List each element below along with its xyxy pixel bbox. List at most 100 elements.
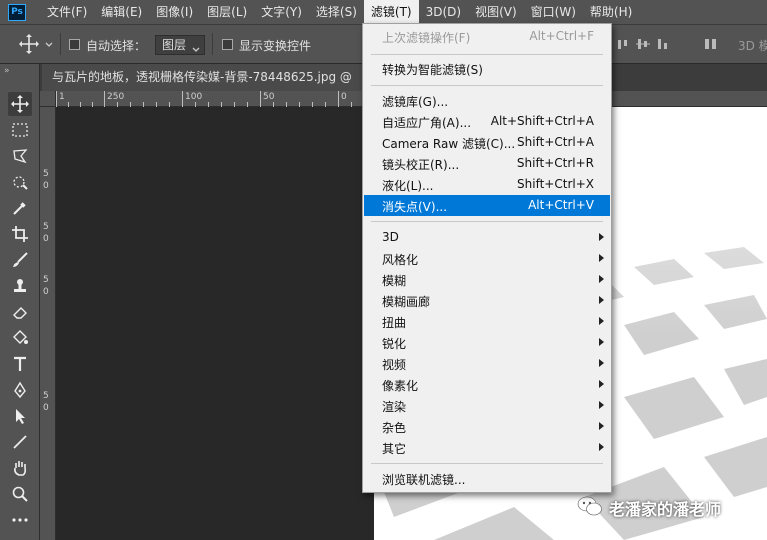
show-transform-label: 显示变换控件 — [239, 39, 312, 53]
submenu-blur-gallery[interactable]: 模糊画廊 — [364, 290, 610, 311]
submenu-blur[interactable]: 模糊 — [364, 269, 610, 290]
show-transform-checkbox[interactable] — [222, 39, 233, 50]
submenu-sharpen[interactable]: 锐化 — [364, 332, 610, 353]
ruler-label: 250 — [107, 92, 125, 102]
menu-item-camera-raw[interactable]: Camera Raw 滤镜(C)... Shift+Ctrl+A — [364, 132, 610, 153]
menu-item-adaptive-wide-angle[interactable]: 自适应广角(A)... Alt+Shift+Ctrl+A — [364, 111, 610, 132]
menu-window[interactable]: 窗口(W) — [524, 0, 583, 24]
submenu-noise[interactable]: 杂色 — [364, 416, 610, 437]
menu-separator — [371, 221, 603, 222]
menu-item-label: Camera Raw 滤镜(C)... — [382, 137, 516, 151]
ruler-label: 0 — [341, 92, 347, 102]
menu-item-vanishing-point[interactable]: 消失点(V)... Alt+Ctrl+V — [364, 195, 610, 216]
align-middle-icon[interactable] — [636, 37, 650, 54]
eraser-tool-icon[interactable] — [8, 300, 32, 324]
menu-help[interactable]: 帮助(H) — [583, 0, 639, 24]
menu-item-label: 扭曲 — [382, 316, 407, 330]
submenu-video[interactable]: 视频 — [364, 353, 610, 374]
more-tools-icon[interactable] — [8, 508, 32, 532]
submenu-arrow-icon — [599, 233, 604, 241]
brush-tool-icon[interactable] — [8, 248, 32, 272]
menu-image[interactable]: 图像(I) — [149, 0, 200, 24]
submenu-3d[interactable]: 3D — [364, 227, 610, 248]
paint-bucket-tool-icon[interactable] — [8, 326, 32, 350]
submenu-arrow-icon — [599, 422, 604, 430]
ruler-label: 5 — [43, 169, 49, 179]
align-top-icon[interactable] — [616, 37, 630, 54]
chevron-down-icon — [192, 41, 200, 59]
menu-3d[interactable]: 3D(D) — [419, 0, 468, 24]
move-tool-icon[interactable] — [18, 33, 40, 55]
distribute-icon[interactable] — [704, 37, 718, 54]
panel-collapse-icon[interactable]: » — [4, 66, 10, 76]
submenu-distort[interactable]: 扭曲 — [364, 311, 610, 332]
lasso-tool-icon[interactable] — [8, 144, 32, 168]
path-select-tool-icon[interactable] — [8, 404, 32, 428]
auto-select-target-dropdown[interactable]: 图层 — [155, 35, 205, 55]
menu-file[interactable]: 文件(F) — [40, 0, 94, 24]
menu-item-label: 滤镜库(G)... — [382, 95, 449, 109]
pen-tool-icon[interactable] — [8, 378, 32, 402]
auto-select-label: 自动选择： — [86, 39, 147, 53]
menu-edit[interactable]: 编辑(E) — [94, 0, 149, 24]
menu-item-liquify[interactable]: 液化(L)... Shift+Ctrl+X — [364, 174, 610, 195]
type-tool-icon[interactable] — [8, 352, 32, 376]
menu-filter[interactable]: 滤镜(T) — [363, 0, 419, 24]
menu-type[interactable]: 文字(Y) — [254, 0, 309, 24]
dropdown-value: 图层 — [162, 38, 187, 52]
menu-item-label: 锐化 — [382, 337, 407, 351]
submenu-arrow-icon — [599, 296, 604, 304]
submenu-arrow-icon — [599, 380, 604, 388]
submenu-other[interactable]: 其它 — [364, 437, 610, 458]
auto-select-checkbox[interactable] — [69, 39, 80, 50]
chevron-down-icon[interactable] — [45, 38, 53, 47]
watermark-text: 老潘家的潘老师 — [609, 500, 722, 519]
ruler-label: 100 — [185, 92, 203, 102]
vertical-ruler[interactable]: 5 0 5 0 5 0 5 0 — [40, 107, 56, 540]
menu-item-lens-correction[interactable]: 镜头校正(R)... Shift+Ctrl+R — [364, 153, 610, 174]
ruler-label: 5 — [43, 391, 49, 401]
ruler-label: 1 — [59, 92, 65, 102]
document-tab[interactable]: 与瓦片的地板，透视栅格传染媒-背景-78448625.jpg @ — [42, 64, 362, 91]
menu-item-label: 视频 — [382, 358, 407, 372]
menu-item-label: 3D — [382, 230, 399, 244]
crop-tool-icon[interactable] — [8, 222, 32, 246]
move-tool-icon[interactable] — [8, 92, 32, 116]
menu-item-label: 浏览联机滤镜... — [382, 473, 466, 487]
menu-item-shortcut: Shift+Ctrl+X — [517, 177, 594, 191]
ruler-label: 5 — [43, 222, 49, 232]
align-bottom-icon[interactable] — [656, 37, 670, 54]
menu-item-label: 模糊 — [382, 274, 407, 288]
hand-tool-icon[interactable] — [8, 456, 32, 480]
submenu-arrow-icon — [599, 254, 604, 262]
line-tool-icon[interactable] — [8, 430, 32, 454]
ruler-label: 0 — [43, 287, 49, 297]
menu-item-browse-filters-online[interactable]: 浏览联机滤镜... — [364, 468, 610, 489]
filter-menu-dropdown: 上次滤镜操作(F) Alt+Ctrl+F 转换为智能滤镜(S) 滤镜库(G)..… — [362, 23, 612, 493]
menu-item-label: 自适应广角(A)... — [382, 116, 472, 130]
menu-item-convert-smart-filters[interactable]: 转换为智能滤镜(S) — [364, 58, 610, 79]
marquee-tool-icon[interactable] — [8, 118, 32, 142]
menu-select[interactable]: 选择(S) — [309, 0, 364, 24]
submenu-pixelate[interactable]: 像素化 — [364, 374, 610, 395]
menu-item-label: 渲染 — [382, 400, 407, 414]
menu-item-label: 像素化 — [382, 379, 419, 393]
wechat-logo-icon — [577, 495, 603, 521]
menu-layer[interactable]: 图层(L) — [200, 0, 254, 24]
menu-item-last-filter: 上次滤镜操作(F) Alt+Ctrl+F — [364, 26, 610, 47]
submenu-arrow-icon — [599, 275, 604, 283]
submenu-stylize[interactable]: 风格化 — [364, 248, 610, 269]
stamp-tool-icon[interactable] — [8, 274, 32, 298]
photoshop-logo-icon: Ps — [8, 3, 26, 21]
menu-item-label: 镜头校正(R)... — [382, 158, 460, 172]
menu-item-label: 风格化 — [382, 253, 419, 267]
quick-select-tool-icon[interactable] — [8, 170, 32, 194]
eyedropper-tool-icon[interactable] — [8, 196, 32, 220]
menu-item-shortcut: Alt+Ctrl+F — [529, 29, 594, 43]
submenu-render[interactable]: 渲染 — [364, 395, 610, 416]
menu-view[interactable]: 视图(V) — [468, 0, 524, 24]
menu-item-shortcut: Alt+Ctrl+V — [528, 198, 594, 212]
menu-item-filter-gallery[interactable]: 滤镜库(G)... — [364, 90, 610, 111]
ruler-label: 0 — [43, 403, 49, 413]
zoom-tool-icon[interactable] — [8, 482, 32, 506]
